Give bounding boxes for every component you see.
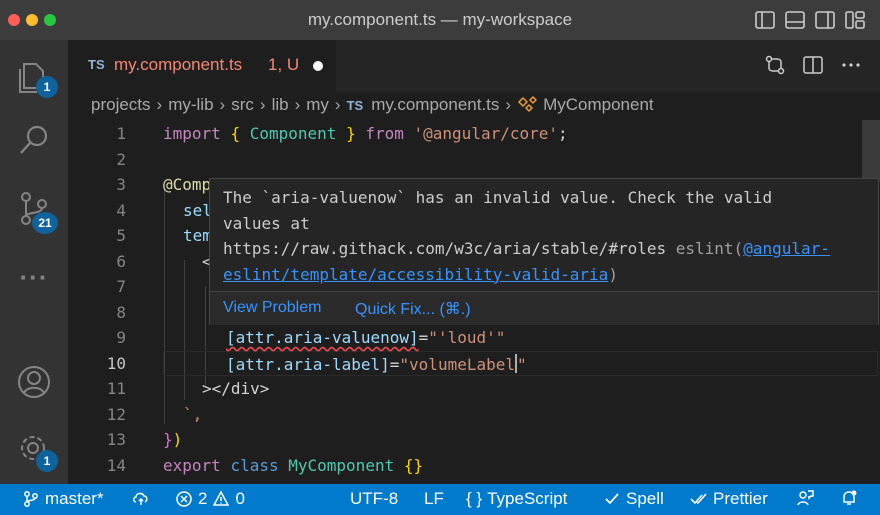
tab-problem-status: 1, U xyxy=(268,55,300,74)
tab-bar: TS my.component.ts 1, U xyxy=(68,40,880,92)
activity-bar: 1 21 ··· 1 xyxy=(0,40,68,484)
rule-link[interactable]: eslint/template/accessibility-valid-aria xyxy=(223,265,608,284)
breadcrumb-item[interactable]: projects xyxy=(91,95,151,115)
account-icon xyxy=(18,366,50,398)
double-check-icon xyxy=(690,493,707,505)
breadcrumb-item[interactable]: src xyxy=(231,95,254,115)
window-title: my.component.ts — my-workspace xyxy=(307,10,573,29)
code-line: [attr.aria-label]="volumeLabel " xyxy=(226,354,527,374)
status-bar: master* 2 0 UTF-8 LF { } TypeScript Spel… xyxy=(0,484,880,515)
line-number: 13 xyxy=(106,430,126,449)
problem-hover-widget: The `aria-valuenow` has an invalid value… xyxy=(209,178,879,325)
tab-label: my.component.ts xyxy=(114,55,243,74)
notifications-button[interactable] xyxy=(840,489,858,507)
chevron-right-icon: › xyxy=(505,95,512,114)
source-control-button[interactable]: 21 xyxy=(14,188,58,234)
problems-status[interactable]: 2 0 xyxy=(175,489,245,509)
breadcrumb-item[interactable]: my xyxy=(306,95,329,115)
check-icon xyxy=(605,493,619,505)
indent-guide xyxy=(184,260,185,400)
code-line: export class MyComponent {} xyxy=(163,456,424,475)
toggle-primary-sidebar-icon[interactable] xyxy=(754,9,776,31)
open-changes-icon[interactable] xyxy=(764,54,786,76)
prettier-status[interactable]: Prettier xyxy=(690,489,768,509)
code-line: ></div> xyxy=(202,379,270,398)
typescript-file-icon: TS xyxy=(346,97,364,113)
hover-message: The `aria-valuenow` has an invalid value… xyxy=(223,188,830,284)
quick-fix-link[interactable]: Quick Fix... (⌘.) xyxy=(355,299,471,319)
accounts-button[interactable] xyxy=(14,362,54,402)
search-button[interactable] xyxy=(14,120,54,160)
chevron-right-icon: › xyxy=(259,95,266,114)
spell-status[interactable]: Spell xyxy=(603,489,664,509)
git-branch-icon xyxy=(24,491,38,507)
more-actions-icon[interactable] xyxy=(840,54,862,76)
view-problem-link[interactable]: View Problem xyxy=(223,299,321,317)
customize-layout-icon[interactable] xyxy=(844,9,866,31)
line-number: 6 xyxy=(116,252,126,271)
sync-status[interactable] xyxy=(132,489,150,507)
chevron-right-icon: › xyxy=(334,95,341,114)
line-number: 2 xyxy=(116,150,126,169)
explorer-badge: 1 xyxy=(36,76,58,98)
breadcrumb: projects › my-lib › src › lib › my › TS … xyxy=(68,92,880,120)
line-number: 1 xyxy=(116,124,126,143)
line-number: 8 xyxy=(116,303,126,322)
chevron-right-icon: › xyxy=(156,95,163,114)
indent-guide xyxy=(164,184,165,424)
cloud-upload-icon xyxy=(133,492,148,505)
line-number: 4 xyxy=(116,201,126,220)
code-line: tem xyxy=(183,226,212,245)
search-icon xyxy=(20,125,48,154)
source-control-badge: 21 xyxy=(32,212,58,234)
eol-status[interactable]: LF xyxy=(424,489,444,509)
more-views-button[interactable]: ··· xyxy=(14,262,54,302)
breadcrumb-symbol[interactable]: MyComponent xyxy=(543,95,654,115)
encoding-status[interactable]: UTF-8 xyxy=(350,489,398,509)
line-number: 7 xyxy=(116,277,126,296)
split-editor-icon[interactable] xyxy=(802,54,824,76)
line-number: 10 xyxy=(106,354,126,373)
line-number: 14 xyxy=(106,456,126,475)
breadcrumb-file[interactable]: my.component.ts xyxy=(371,95,499,115)
title-bar: my.component.ts — my-workspace xyxy=(0,0,880,40)
breadcrumb-item[interactable]: my-lib xyxy=(168,95,213,115)
settings-badge: 1 xyxy=(36,450,58,472)
feedback-icon xyxy=(797,490,814,506)
rule-link[interactable]: @angular- xyxy=(743,239,830,258)
error-icon xyxy=(176,491,192,507)
code-line: `, xyxy=(183,405,203,424)
toggle-secondary-sidebar-icon[interactable] xyxy=(814,9,836,31)
braces-icon: { } xyxy=(466,489,483,508)
line-number: 5 xyxy=(116,226,126,245)
code-line: sel xyxy=(183,201,212,220)
toggle-panel-icon[interactable] xyxy=(784,9,806,31)
chevron-right-icon: › xyxy=(219,95,226,114)
tab-my-component[interactable]: TS my.component.ts 1, U xyxy=(68,40,336,92)
chevron-right-icon: › xyxy=(294,95,301,114)
warning-icon xyxy=(213,490,230,506)
code-line: import { Component } from '@angular/core… xyxy=(163,124,568,143)
explorer-button[interactable]: 1 xyxy=(14,56,58,98)
unsaved-dot-icon[interactable] xyxy=(313,61,323,71)
typescript-file-icon: TS xyxy=(88,57,105,72)
code-line: [attr.aria-valuenow]="'loud'" xyxy=(226,328,506,347)
bell-icon xyxy=(843,490,857,505)
branch-status[interactable]: master* xyxy=(22,489,104,509)
editor-scrollbar[interactable] xyxy=(862,120,880,182)
line-number: 11 xyxy=(106,379,126,398)
language-status[interactable]: { } TypeScript xyxy=(466,489,567,509)
manage-button[interactable]: 1 xyxy=(14,428,58,472)
line-number: 9 xyxy=(116,328,126,347)
line-number: 12 xyxy=(106,405,126,424)
breadcrumb-item[interactable]: lib xyxy=(272,95,289,115)
hover-status-bar: View Problem Quick Fix... (⌘.) xyxy=(210,291,878,325)
feedback-button[interactable] xyxy=(796,489,814,507)
line-number: 3 xyxy=(116,175,126,194)
code-line: }) xyxy=(163,430,183,449)
symbol-class-icon xyxy=(518,96,538,113)
